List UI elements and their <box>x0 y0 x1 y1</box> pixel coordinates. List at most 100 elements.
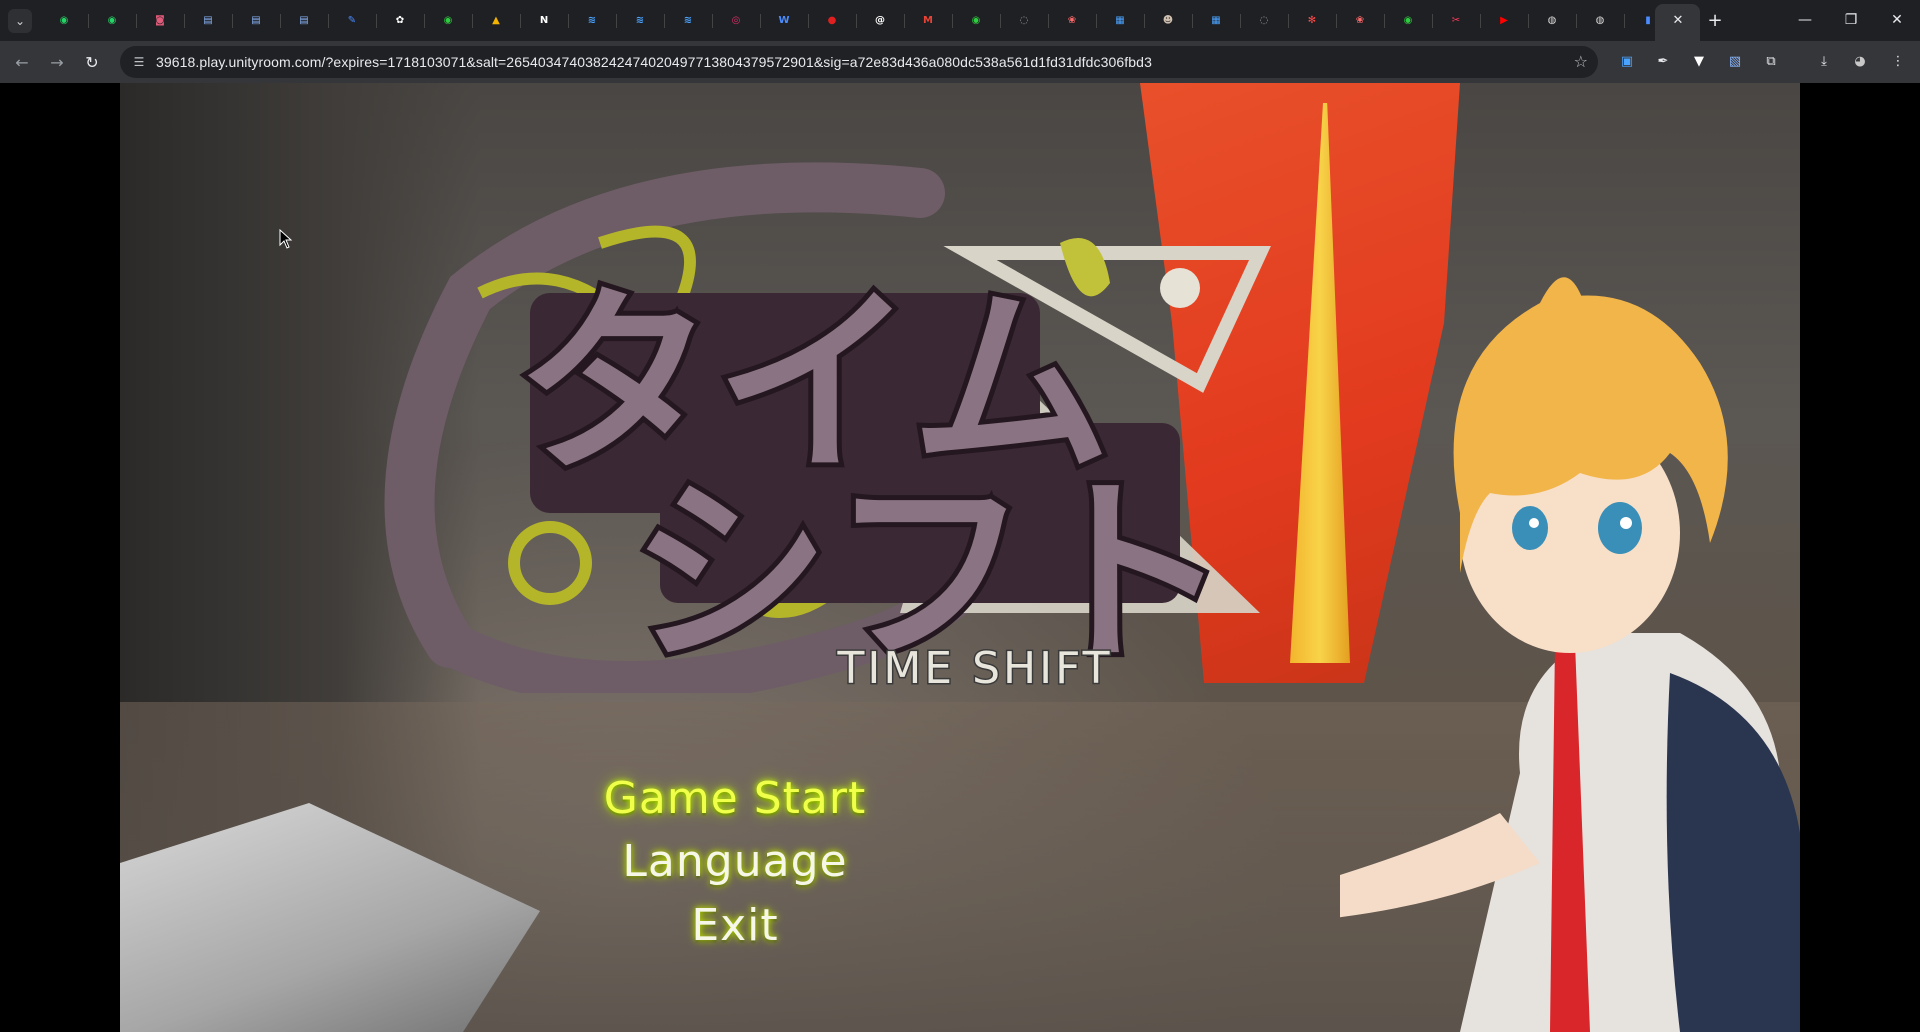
language-button[interactable]: Language <box>120 836 1350 887</box>
browser-tab[interactable]: ✻ <box>1288 6 1337 36</box>
game-start-button[interactable]: Game Start <box>120 773 1350 824</box>
browser-tab[interactable]: ≋ <box>616 6 665 36</box>
browser-tab[interactable]: ▤ <box>232 6 281 36</box>
logo-graphic: タイム シフト TIME SHIFT <box>384 162 1271 705</box>
browser-tab[interactable]: ◍ <box>1528 6 1577 36</box>
browser-tab[interactable]: ◌ <box>1000 6 1049 36</box>
paw-icon: ❀ <box>1067 15 1077 26</box>
forward-button[interactable]: → <box>45 50 69 74</box>
whatsapp-icon: ◉ <box>107 15 117 26</box>
reload-button[interactable]: ↻ <box>80 50 104 74</box>
browser-tab[interactable]: ◉ <box>952 6 1001 36</box>
browser-tab[interactable]: ◉ <box>1384 6 1433 36</box>
game-canvas[interactable]: タイム シフト TIME SHIFT Game Start Language E… <box>120 83 1800 1032</box>
book-icon: ▮ <box>1645 15 1651 26</box>
profile-icon[interactable]: ◕ <box>1850 51 1870 71</box>
app-icon: ◙ <box>155 15 165 26</box>
browser-tab[interactable]: ✂ <box>1432 6 1481 36</box>
translate-icon[interactable]: ▣ <box>1617 51 1637 71</box>
address-bar[interactable]: ☰ 39618.play.unityroom.com/?expires=1718… <box>120 46 1598 78</box>
globe-icon: ◌ <box>1259 15 1269 26</box>
settings-icon: ✻ <box>1307 15 1317 26</box>
menu-icon[interactable]: ⋮ <box>1888 51 1908 71</box>
browser-tab[interactable]: ✿ <box>376 6 425 36</box>
url-text[interactable]: 39618.play.unityroom.com/?expires=171810… <box>156 54 1152 70</box>
whatsapp-icon: ◉ <box>59 15 69 26</box>
browser-tab[interactable]: ◉ <box>424 6 473 36</box>
doc-icon: ▤ <box>299 15 309 26</box>
notion-icon: N <box>539 15 549 26</box>
game-logo: タイム シフト TIME SHIFT <box>300 123 1280 705</box>
character-graphic <box>1280 277 1800 1032</box>
close-tab-icon[interactable]: ✕ <box>1668 10 1688 30</box>
tab-strip: ⌄ ◉ ◉ ◙ ▤ ▤ ▤ ✎ ✿ ◉ ▲ N ≋ ≋ ≋ ◎ W ● @ M ◉ ◌ ❀ ▦ ☻ ▦ ◌ ✻ ❀ ◉ ✂ ▶ ◍ ◍ ▮ ✕ +… <box>0 0 1920 41</box>
chart-icon: ≋ <box>635 15 645 26</box>
minimize-button[interactable]: — <box>1782 0 1828 40</box>
site-info-icon[interactable]: ☰ <box>130 53 148 71</box>
browser-tab[interactable]: ≋ <box>568 6 617 36</box>
browser-tab[interactable]: ▲ <box>472 6 521 36</box>
browser-tab[interactable]: ❀ <box>1048 6 1097 36</box>
browser-tab[interactable]: ◉ <box>40 6 89 36</box>
browser-tab[interactable]: ◎ <box>712 6 761 36</box>
puzzle-icon[interactable]: ⧉ <box>1761 51 1781 71</box>
browser-tab[interactable]: M <box>904 6 953 36</box>
mouse-cursor-icon <box>279 229 293 249</box>
exit-button[interactable]: Exit <box>120 900 1350 951</box>
gmail-icon: M <box>923 15 933 26</box>
browser-tab[interactable]: ▤ <box>280 6 329 36</box>
doc-icon: ▤ <box>251 15 261 26</box>
globe-icon: ◌ <box>1019 15 1029 26</box>
chrome-icon: ◍ <box>1547 15 1557 26</box>
circle-icon: ◉ <box>1403 15 1413 26</box>
bookmark-star-icon[interactable]: ☆ <box>1574 52 1588 71</box>
v-icon[interactable]: ▼ <box>1689 51 1709 71</box>
grid-icon: ▦ <box>1115 15 1125 26</box>
new-tab-button[interactable]: + <box>1703 8 1727 32</box>
bookmark-icon: ● <box>827 15 837 26</box>
avatar-icon: ☻ <box>1162 15 1174 26</box>
image-icon[interactable]: ▧ <box>1725 51 1745 71</box>
circle-icon: ◉ <box>971 15 981 26</box>
close-window-button[interactable]: ✕ <box>1874 0 1920 40</box>
download-icon[interactable]: ⤓ <box>1814 51 1834 71</box>
browser-tab[interactable]: W <box>760 6 809 36</box>
grid-icon: ▦ <box>1211 15 1221 26</box>
w-icon: W <box>778 15 790 26</box>
browser-tab[interactable]: ≋ <box>664 6 713 36</box>
browser-tab[interactable]: ● <box>808 6 857 36</box>
browser-tab[interactable]: ◙ <box>136 6 185 36</box>
browser-tab[interactable]: ▦ <box>1192 6 1241 36</box>
browser-tab[interactable]: ✎ <box>328 6 377 36</box>
browser-tab[interactable]: ◌ <box>1240 6 1289 36</box>
chatgpt-icon: ✿ <box>395 15 405 26</box>
browser-tab[interactable]: ◉ <box>88 6 137 36</box>
character-illustration <box>1280 213 1800 1032</box>
back-button[interactable]: ← <box>10 50 34 74</box>
browser-tab[interactable]: ❀ <box>1336 6 1385 36</box>
browser-toolbar: ← → ↻ ☰ 39618.play.unityroom.com/?expire… <box>0 41 1920 83</box>
browser-tab[interactable]: ▶ <box>1480 6 1529 36</box>
chart-icon: ≋ <box>587 15 597 26</box>
browser-tab[interactable]: ☻ <box>1144 6 1193 36</box>
tab-search-button[interactable]: ⌄ <box>8 9 32 33</box>
instagram-icon: ◎ <box>731 15 741 26</box>
chart-icon: ≋ <box>683 15 693 26</box>
browser-tab[interactable]: ◍ <box>1576 6 1625 36</box>
eyedropper-icon[interactable]: ✒ <box>1653 51 1673 71</box>
logo-subtitle: TIME SHIFT <box>836 643 1112 693</box>
pen-icon: ✎ <box>347 15 357 26</box>
page-viewport: タイム シフト TIME SHIFT Game Start Language E… <box>0 83 1920 1032</box>
paw-icon: ❀ <box>1355 15 1365 26</box>
circle-icon: ◉ <box>443 15 453 26</box>
browser-tab[interactable]: ▦ <box>1096 6 1145 36</box>
scissors-icon: ✂ <box>1451 15 1461 26</box>
chrome-icon: ◍ <box>1595 15 1605 26</box>
browser-tab[interactable]: ▤ <box>184 6 233 36</box>
doc-icon: ▤ <box>203 15 213 26</box>
browser-tab[interactable]: N <box>520 6 569 36</box>
youtube-icon: ▶ <box>1500 15 1508 26</box>
restore-button[interactable]: ❐ <box>1828 0 1874 40</box>
threads-icon: @ <box>875 15 885 26</box>
browser-tab[interactable]: @ <box>856 6 905 36</box>
